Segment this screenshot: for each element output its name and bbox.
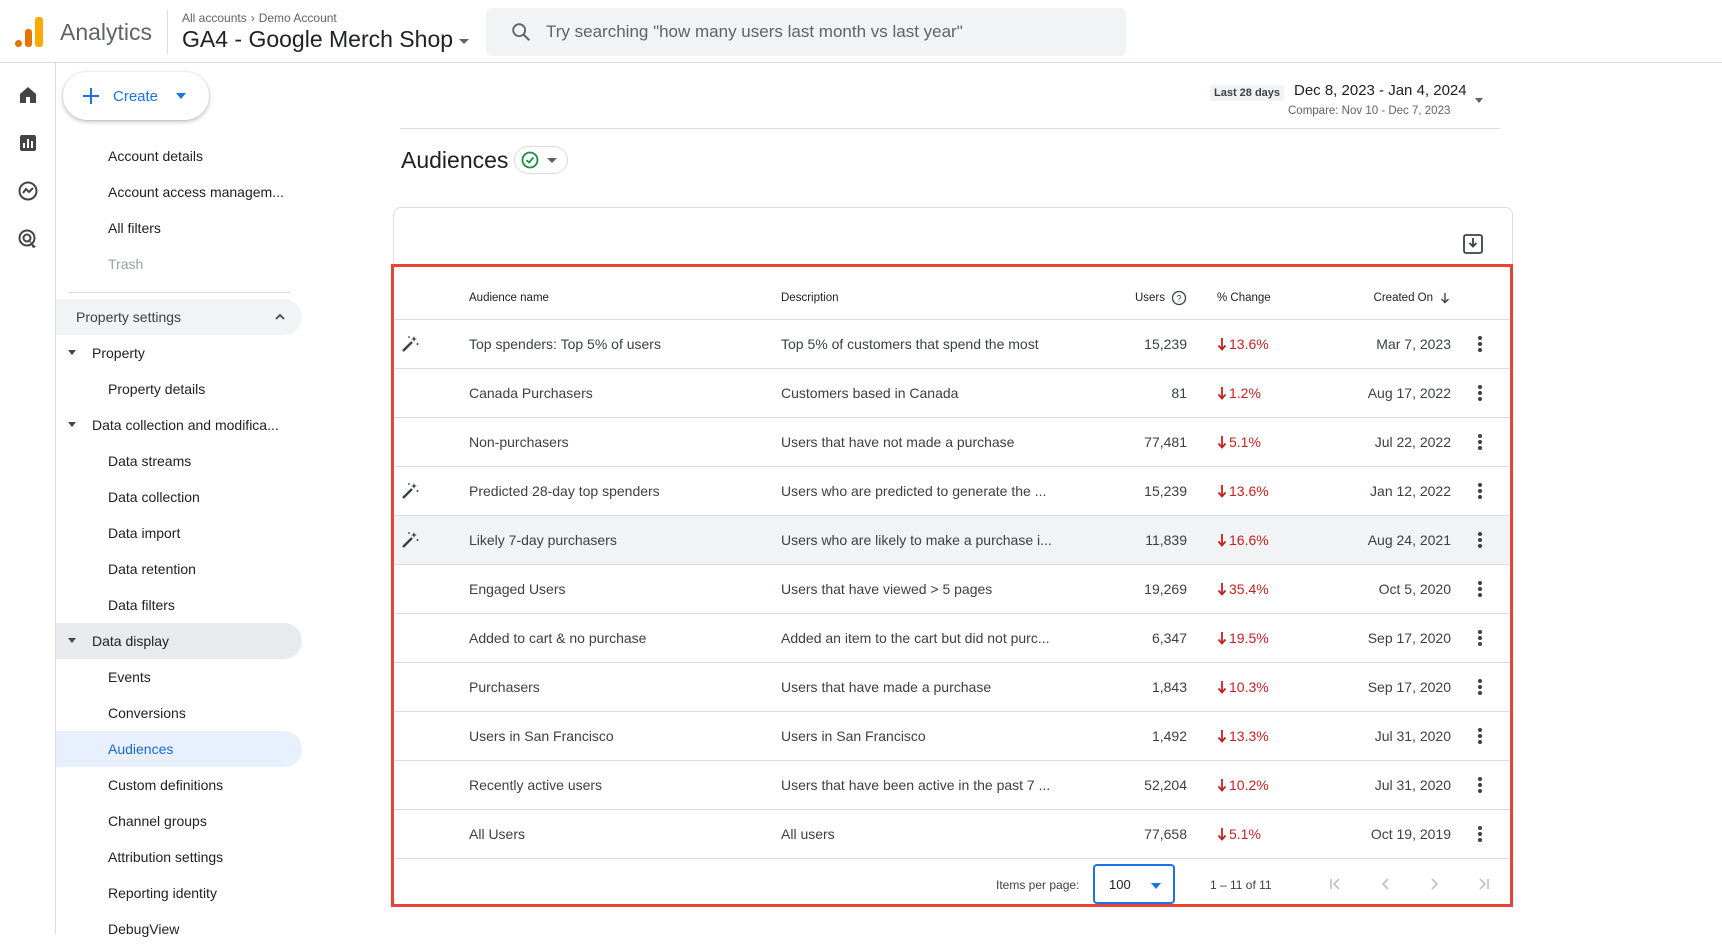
nav-all-filters[interactable]: All filters xyxy=(56,210,306,246)
breadcrumb-account[interactable]: Demo Account xyxy=(259,11,337,25)
items-per-page-select[interactable]: 100 xyxy=(1093,864,1175,904)
nav-custom-definitions[interactable]: Custom definitions xyxy=(56,767,306,803)
chevron-right-icon: › xyxy=(250,11,255,25)
date-range-picker[interactable]: Last 28 days Dec 8, 2023 - Jan 4, 2024 C… xyxy=(1210,80,1510,120)
highlight-box xyxy=(391,264,1513,907)
nav-events[interactable]: Events xyxy=(56,659,306,695)
advertising-icon[interactable] xyxy=(16,227,40,251)
analytics-logo-icon[interactable] xyxy=(15,17,43,47)
download-icon[interactable] xyxy=(1462,233,1484,255)
caret-down-icon xyxy=(68,350,76,355)
pagination-range: 1 – 11 of 11 xyxy=(1210,878,1272,892)
admin-nav: Account details Account access managem..… xyxy=(56,138,306,947)
plus-icon xyxy=(83,88,99,104)
nav-channel-groups[interactable]: Channel groups xyxy=(56,803,306,839)
search-input[interactable] xyxy=(546,22,1106,42)
nav-trash[interactable]: Trash xyxy=(56,246,306,282)
property-settings-label: Property settings xyxy=(76,309,182,325)
status-dropdown[interactable] xyxy=(514,146,569,174)
property-name: GA4 - Google Merch Shop xyxy=(182,26,454,52)
items-per-page-value: 100 xyxy=(1109,876,1131,892)
nav-group-data-collection[interactable]: Data collection and modifica... xyxy=(56,407,306,443)
breadcrumb-all-accounts[interactable]: All accounts xyxy=(182,11,247,25)
reports-icon[interactable] xyxy=(16,131,40,155)
nav-data-import[interactable]: Data import xyxy=(56,515,306,551)
nav-group-label: Data display xyxy=(92,633,170,649)
top-bar: Analytics All accounts › Demo Account GA… xyxy=(0,0,1722,63)
home-icon[interactable] xyxy=(16,83,40,107)
divider xyxy=(68,292,290,293)
nav-group-label: Data collection and modifica... xyxy=(92,417,279,433)
create-label: Create xyxy=(113,87,159,105)
property-selector[interactable]: GA4 - Google Merch Shop xyxy=(182,26,470,53)
nav-attribution-settings[interactable]: Attribution settings xyxy=(56,839,306,875)
nav-group-property[interactable]: Property xyxy=(56,335,306,371)
nav-data-filters[interactable]: Data filters xyxy=(56,587,306,623)
caret-down-icon xyxy=(68,638,76,643)
chevron-down-icon xyxy=(1151,883,1161,889)
divider xyxy=(167,10,168,54)
nav-data-collection[interactable]: Data collection xyxy=(56,479,306,515)
page-title: Audiences xyxy=(401,146,509,173)
search-bar[interactable] xyxy=(486,8,1126,56)
page-title-row: Audiences xyxy=(401,146,569,174)
chevron-down-icon xyxy=(547,157,558,163)
previous-page-icon[interactable] xyxy=(1378,876,1394,892)
first-page-icon[interactable] xyxy=(1328,876,1344,892)
chevron-down-icon[interactable] xyxy=(176,93,187,99)
nav-reporting-identity[interactable]: Reporting identity xyxy=(56,875,306,911)
items-per-page-label: Items per page: xyxy=(996,878,1080,892)
date-compare-value: Compare: Nov 10 - Dec 7, 2023 xyxy=(1288,105,1451,117)
last-page-icon[interactable] xyxy=(1475,876,1491,892)
nav-group-label: Property xyxy=(92,345,145,361)
next-page-icon[interactable] xyxy=(1426,876,1442,892)
nav-group-data-display[interactable]: Data display xyxy=(56,623,302,659)
property-settings-header[interactable]: Property settings xyxy=(56,299,302,335)
caret-down-icon xyxy=(68,422,76,427)
nav-property-details[interactable]: Property details xyxy=(56,371,306,407)
chevron-down-icon xyxy=(459,39,470,44)
nav-data-retention[interactable]: Data retention xyxy=(56,551,306,587)
nav-data-streams[interactable]: Data streams xyxy=(56,443,306,479)
nav-account-access[interactable]: Account access managem... xyxy=(56,174,306,210)
check-circle-icon xyxy=(522,151,539,169)
breadcrumb[interactable]: All accounts › Demo Account xyxy=(182,11,337,25)
nav-conversions[interactable]: Conversions xyxy=(56,695,306,731)
divider xyxy=(400,128,1500,129)
nav-audiences[interactable]: Audiences xyxy=(56,731,302,767)
pagination: Items per page: 100 1 – 11 of 11 xyxy=(394,864,1510,904)
date-range-tag: Last 28 days xyxy=(1210,85,1285,101)
create-button[interactable]: Create xyxy=(63,72,209,120)
search-icon xyxy=(512,23,530,41)
date-range-value: Dec 8, 2023 - Jan 4, 2024 xyxy=(1294,82,1467,99)
chevron-up-icon xyxy=(275,313,285,320)
app-name: Analytics xyxy=(60,19,153,45)
nav-debugview[interactable]: DebugView xyxy=(56,911,306,947)
explore-icon[interactable] xyxy=(16,179,40,203)
nav-account-details[interactable]: Account details xyxy=(56,138,306,174)
chevron-down-icon[interactable] xyxy=(1475,98,1483,103)
nav-rail xyxy=(0,63,56,934)
